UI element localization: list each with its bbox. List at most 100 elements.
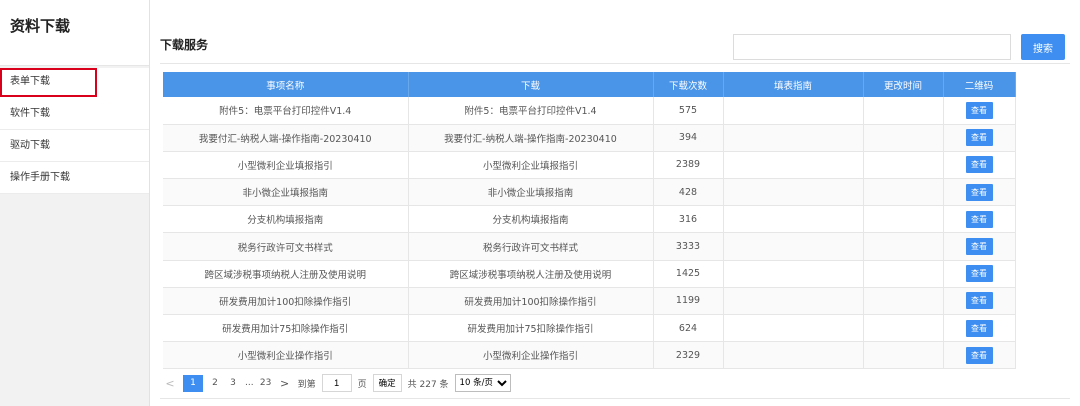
table-row: 我要付汇-纳税人端-操作指南-20230410 我要付汇-纳税人端-操作指南-20… xyxy=(163,124,1016,152)
table-row: 研发费用加计75扣除操作指引 研发费用加计75扣除操作指引 624 查看 xyxy=(163,314,1016,343)
view-qrcode-button[interactable]: 查看 xyxy=(965,129,993,147)
cell-qrcode: 查看 xyxy=(943,205,1016,234)
cell-qrcode: 查看 xyxy=(943,151,1016,180)
goto-confirm-button[interactable]: 确定 xyxy=(372,374,402,392)
total-count: 共 227 条 xyxy=(407,379,449,390)
pagination-ellipsis: ... xyxy=(245,378,254,388)
cell-qrcode: 查看 xyxy=(943,178,1016,207)
view-qrcode-button[interactable]: 查看 xyxy=(965,265,993,283)
cell-download-count: 3333 xyxy=(653,232,724,261)
cell-updated-time xyxy=(863,97,944,125)
page-1-button[interactable]: 1 xyxy=(183,374,203,392)
view-qrcode-button[interactable]: 查看 xyxy=(965,210,993,228)
sidebar-item-form-download[interactable]: 表单下载 xyxy=(0,68,97,97)
cell-item-name: 跨区域涉税事项纳税人注册及使用说明 xyxy=(163,260,409,288)
table-row: 非小微企业填报指南 非小微企业填报指南 428 查看 xyxy=(163,178,1016,207)
cell-qrcode: 查看 xyxy=(943,260,1016,288)
cell-updated-time xyxy=(863,341,944,370)
column-header-name: 事项名称 xyxy=(163,72,409,97)
cell-qrcode: 查看 xyxy=(943,124,1016,152)
page-last-button[interactable]: 23 xyxy=(260,378,272,388)
view-qrcode-button[interactable]: 查看 xyxy=(965,156,993,174)
view-qrcode-button[interactable]: 查看 xyxy=(965,183,993,201)
cell-item-name: 分支机构填报指南 xyxy=(163,205,409,234)
cell-guide xyxy=(723,341,864,370)
view-qrcode-button[interactable]: 查看 xyxy=(965,292,993,310)
view-qrcode-button[interactable]: 查看 xyxy=(965,101,993,119)
cell-updated-time xyxy=(863,287,944,316)
cell-download-count: 316 xyxy=(653,205,724,234)
cell-qrcode: 查看 xyxy=(943,341,1016,370)
prev-page-icon[interactable]: < xyxy=(163,377,177,390)
cell-download-link[interactable]: 研发费用加计100扣除操作指引 xyxy=(408,287,654,316)
cell-guide xyxy=(723,314,864,343)
column-header-updated: 更改时间 xyxy=(863,72,944,97)
cell-guide xyxy=(723,205,864,234)
page-3-button[interactable]: 3 xyxy=(227,378,239,388)
cell-guide xyxy=(723,287,864,316)
sidebar-list: 表单下载 软件下载 驱动下载 操作手册下载 xyxy=(0,68,149,194)
cell-updated-time xyxy=(863,260,944,288)
page-unit-label: 页 xyxy=(357,379,367,390)
cell-item-name: 非小微企业填报指南 xyxy=(163,178,409,207)
cell-download-link[interactable]: 附件5：电票平台打印控件V1.4 xyxy=(408,97,654,125)
cell-download-link[interactable]: 我要付汇-纳税人端-操作指南-20230410 xyxy=(408,124,654,152)
cell-item-name: 附件5：电票平台打印控件V1.4 xyxy=(163,97,409,125)
column-header-count: 下载次数 xyxy=(653,72,724,97)
cell-updated-time xyxy=(863,124,944,152)
cell-updated-time xyxy=(863,178,944,207)
view-qrcode-button[interactable]: 查看 xyxy=(965,238,993,256)
bottom-divider xyxy=(160,398,1070,399)
table-body: 附件5：电票平台打印控件V1.4 附件5：电票平台打印控件V1.4 575 查看 我要付… xyxy=(163,97,1016,370)
cell-guide xyxy=(723,232,864,261)
cell-download-link[interactable]: 税务行政许可文书样式 xyxy=(408,232,654,261)
sidebar-item-driver-download[interactable]: 驱动下载 xyxy=(0,130,149,162)
cell-qrcode: 查看 xyxy=(943,97,1016,125)
cell-updated-time xyxy=(863,151,944,180)
column-header-qrcode: 二维码 xyxy=(943,72,1016,97)
cell-download-link[interactable]: 非小微企业填报指南 xyxy=(408,178,654,207)
cell-guide xyxy=(723,178,864,207)
sidebar-item-manual-download[interactable]: 操作手册下载 xyxy=(0,162,149,194)
cell-download-count: 624 xyxy=(653,314,724,343)
cell-download-count: 428 xyxy=(653,178,724,207)
table-row: 小型微利企业填报指引 小型微利企业填报指引 2389 查看 xyxy=(163,151,1016,180)
cell-download-count: 2329 xyxy=(653,341,724,370)
cell-guide xyxy=(723,151,864,180)
cell-download-count: 1425 xyxy=(653,260,724,288)
search-input[interactable] xyxy=(733,34,1011,60)
cell-download-link[interactable]: 小型微利企业填报指引 xyxy=(408,151,654,180)
cell-updated-time xyxy=(863,205,944,234)
cell-download-link[interactable]: 跨区域涉税事项纳税人注册及使用说明 xyxy=(408,260,654,288)
cell-download-link[interactable]: 小型微利企业操作指引 xyxy=(408,341,654,370)
next-page-icon[interactable]: > xyxy=(278,377,292,390)
goto-page-input[interactable] xyxy=(321,374,352,392)
cell-item-name: 我要付汇-纳税人端-操作指南-20230410 xyxy=(163,124,409,152)
cell-qrcode: 查看 xyxy=(943,314,1016,343)
cell-guide xyxy=(723,124,864,152)
sidebar: 资料下载 表单下载 软件下载 驱动下载 操作手册下载 xyxy=(0,0,150,406)
sidebar-title: 资料下载 xyxy=(0,0,149,66)
cell-item-name: 小型微利企业操作指引 xyxy=(163,341,409,370)
view-qrcode-button[interactable]: 查看 xyxy=(965,319,993,337)
sidebar-item-software-download[interactable]: 软件下载 xyxy=(0,98,149,130)
cell-download-count: 2389 xyxy=(653,151,724,180)
table-row: 小型微利企业操作指引 小型微利企业操作指引 2329 查看 xyxy=(163,341,1016,370)
title-divider xyxy=(160,63,1070,64)
table-header-row: 事项名称 下载 下载次数 填表指南 更改时间 二维码 xyxy=(163,72,1016,97)
cell-guide xyxy=(723,97,864,125)
view-qrcode-button[interactable]: 查看 xyxy=(965,346,993,364)
cell-item-name: 研发费用加计100扣除操作指引 xyxy=(163,287,409,316)
main-content: 下载服务 搜索 事项名称 下载 下载次数 填表指南 更改时间 二维码 附件5：电… xyxy=(160,0,1070,406)
search-button[interactable]: 搜索 xyxy=(1021,34,1065,60)
cell-download-link[interactable]: 研发费用加计75扣除操作指引 xyxy=(408,314,654,343)
cell-download-count: 1199 xyxy=(653,287,724,316)
cell-item-name: 研发费用加计75扣除操作指引 xyxy=(163,314,409,343)
cell-download-count: 575 xyxy=(653,97,724,125)
page-2-button[interactable]: 2 xyxy=(209,378,221,388)
page-size-select[interactable]: 10 条/页 xyxy=(454,374,511,392)
table-row: 研发费用加计100扣除操作指引 研发费用加计100扣除操作指引 1199 查看 xyxy=(163,287,1016,316)
column-header-guide: 填表指南 xyxy=(723,72,864,97)
pagination: < 1 2 3 ... 23 > 到第 页 确定 共 227 条 10 条/页 xyxy=(163,373,517,393)
cell-download-link[interactable]: 分支机构填报指南 xyxy=(408,205,654,234)
